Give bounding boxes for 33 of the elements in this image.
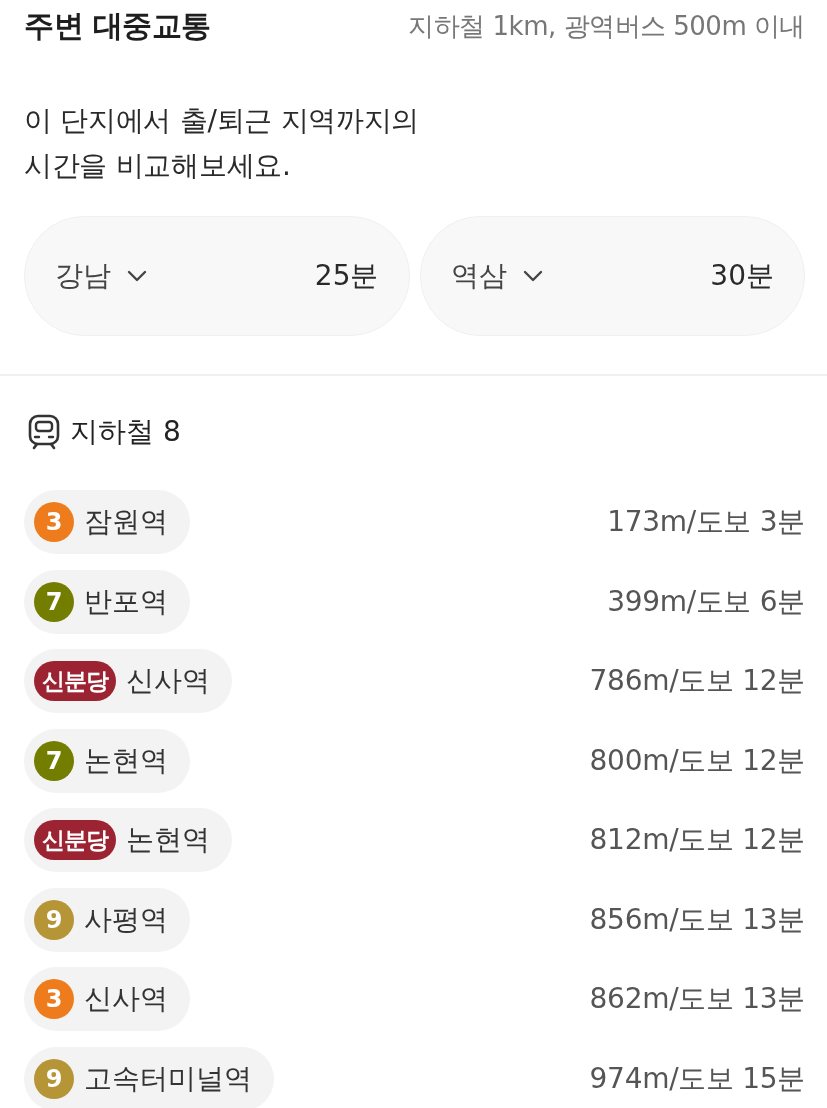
station-chip[interactable]: 9 고속터미널역 [24, 1046, 274, 1108]
line-badge: 3 [34, 979, 74, 1019]
train-icon [28, 414, 60, 450]
section-title: 주변 대중교통 [24, 6, 211, 45]
station-chip[interactable]: 7 반포역 [24, 569, 190, 634]
line-badge: 3 [34, 502, 74, 542]
subway-heading: 지하철 8 [70, 414, 181, 450]
line-badge: 신분당 [34, 661, 116, 701]
station-chip[interactable]: 7 논현역 [24, 728, 190, 793]
line-badge: 9 [34, 1058, 74, 1099]
walking-distance: 862m/도보 13분 [589, 981, 805, 1017]
walking-distance: 812m/도보 12분 [589, 822, 805, 858]
station-chip[interactable]: 9 사평역 [24, 887, 190, 952]
commute-selector[interactable]: 강남 25분 [24, 216, 410, 336]
line-badge: 7 [34, 581, 74, 622]
walking-distance: 786m/도보 12분 [589, 663, 805, 699]
line-badge: 7 [34, 740, 74, 781]
description-text: 이 단지에서 출/퇴근 지역까지의 시간을 비교해보세요. [24, 103, 421, 184]
station-chip[interactable]: 신분당 논현역 [24, 808, 232, 872]
line-badge: 신분당 [34, 820, 116, 860]
chevron-down-icon [522, 270, 543, 282]
walking-distance: 800m/도보 12분 [589, 742, 805, 779]
chevron-down-icon [127, 270, 147, 282]
walking-distance: 856m/도보 13분 [589, 901, 805, 938]
station-chip[interactable]: 3 잠원역 [24, 490, 190, 554]
walking-distance: 974m/도보 15분 [589, 1060, 805, 1097]
line-badge: 9 [34, 899, 74, 940]
walking-distance: 173m/도보 3분 [607, 504, 805, 540]
station-chip[interactable]: 3 신사역 [24, 967, 190, 1031]
walking-distance: 399m/도보 6분 [607, 583, 805, 620]
station-chip[interactable]: 신분당 신사역 [24, 649, 232, 713]
commute-selector[interactable]: 역삼 30분 [419, 216, 805, 336]
range-note: 지하철 1km, 광역버스 500m 이내 [408, 9, 805, 43]
